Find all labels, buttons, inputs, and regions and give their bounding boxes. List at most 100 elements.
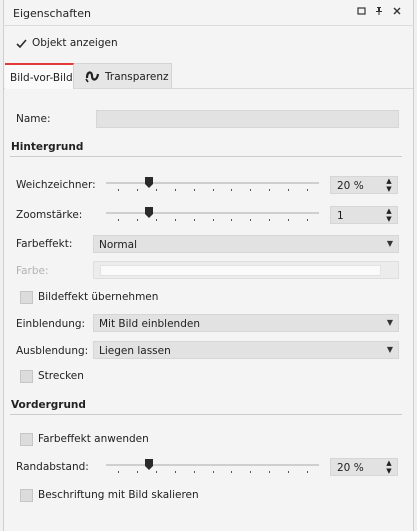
slider-tick <box>269 189 270 191</box>
zoom-value-box[interactable]: 1 ▲ ▼ <box>330 206 398 224</box>
spin-down-icon[interactable]: ▼ <box>384 186 394 193</box>
transparency-icon <box>85 71 100 83</box>
color-picker-field <box>93 261 399 279</box>
panel-title: Eigenschaften <box>13 7 91 20</box>
slider-tick <box>118 189 119 191</box>
blur-value: 20 % <box>337 180 364 192</box>
tab-transparenz[interactable]: Transparenz <box>74 63 172 88</box>
margin-label: Randabstand: <box>16 461 89 473</box>
slider-tick <box>231 471 232 473</box>
slider-track <box>106 182 319 184</box>
tab-bild-vor-bild[interactable]: Bild-vor-Bild <box>5 63 74 90</box>
margin-value: 20 % <box>337 462 364 474</box>
slider-tick <box>118 219 119 221</box>
zoom-slider[interactable] <box>106 206 319 224</box>
name-label: Name: <box>16 113 51 125</box>
slider-tick <box>156 219 157 221</box>
slider-tick <box>269 471 270 473</box>
apply-color-effect-label: Farbeffekt anwenden <box>38 433 149 445</box>
show-object-label: Objekt anzeigen <box>32 37 118 49</box>
slider-tick <box>137 471 138 473</box>
slider-tick <box>288 219 289 221</box>
slider-tick <box>231 219 232 221</box>
fade-in-value: Mit Bild einblenden <box>99 318 200 330</box>
scale-caption-checkbox[interactable] <box>20 489 33 502</box>
inherit-effect-checkbox[interactable] <box>20 291 33 304</box>
section-title-foreground: Vordergrund <box>11 399 86 411</box>
stretch-checkbox[interactable] <box>20 370 33 383</box>
fade-in-select[interactable]: Mit Bild einblenden ▼ <box>93 314 399 332</box>
slider-tick <box>194 219 195 221</box>
tab-label: Bild-vor-Bild <box>10 72 73 84</box>
slider-tick <box>231 189 232 191</box>
slider-ticks <box>106 471 319 474</box>
fade-out-value: Liegen lassen <box>99 345 171 357</box>
section-title-background: Hintergrund <box>11 141 84 153</box>
spin-down-icon[interactable]: ▼ <box>384 216 394 223</box>
inherit-effect-label: Bildeffekt übernehmen <box>38 291 159 303</box>
margin-value-box[interactable]: 20 % ▲ ▼ <box>330 458 398 476</box>
chevron-down-icon: ▼ <box>386 318 393 327</box>
blur-label: Weichzeichner: <box>16 179 96 191</box>
slider-tick <box>194 189 195 191</box>
close-icon[interactable] <box>391 6 403 18</box>
slider-tick <box>307 189 308 191</box>
name-input[interactable] <box>96 110 399 128</box>
slider-tick <box>250 219 251 221</box>
blur-slider[interactable] <box>106 176 319 194</box>
slider-track <box>106 212 319 214</box>
show-object-checkbox[interactable] <box>15 37 28 50</box>
scale-caption-label: Beschriftung mit Bild skalieren <box>38 489 199 501</box>
slider-tick <box>213 471 214 473</box>
slider-tick <box>269 219 270 221</box>
slider-track <box>106 464 319 466</box>
pin-icon[interactable] <box>373 6 385 18</box>
chevron-down-icon: ▼ <box>386 345 393 354</box>
blur-value-box[interactable]: 20 % ▲ ▼ <box>330 176 398 194</box>
color-label: Farbe: <box>16 265 49 277</box>
fade-out-select[interactable]: Liegen lassen ▼ <box>93 341 399 359</box>
slider-ticks <box>106 189 319 192</box>
slider-tick <box>175 471 176 473</box>
window-restore-icon[interactable] <box>356 6 368 18</box>
zoom-label: Zoomstärke: <box>16 209 83 221</box>
title-separator <box>3 25 414 26</box>
section-divider <box>10 156 402 157</box>
slider-thumb[interactable] <box>145 459 153 470</box>
slider-tick <box>288 189 289 191</box>
slider-ticks <box>106 219 319 222</box>
slider-tick <box>137 189 138 191</box>
zoom-value: 1 <box>337 210 344 222</box>
slider-tick <box>213 219 214 221</box>
slider-tick <box>213 189 214 191</box>
spin-down-icon[interactable]: ▼ <box>384 468 394 475</box>
slider-tick <box>137 219 138 221</box>
slider-thumb[interactable] <box>145 207 153 218</box>
color-effect-label: Farbeffekt: <box>16 238 73 250</box>
color-swatch <box>100 265 381 276</box>
slider-tick <box>156 471 157 473</box>
stretch-label: Strecken <box>38 370 84 382</box>
spin-up-icon[interactable]: ▲ <box>384 178 394 185</box>
color-effect-select[interactable]: Normal ▼ <box>93 235 399 253</box>
slider-tick <box>156 189 157 191</box>
slider-tick <box>307 219 308 221</box>
spin-up-icon[interactable]: ▲ <box>384 208 394 215</box>
slider-tick <box>175 189 176 191</box>
section-divider <box>10 414 402 415</box>
slider-tick <box>118 471 119 473</box>
tab-label: Transparenz <box>105 71 169 83</box>
slider-tick <box>288 471 289 473</box>
apply-color-effect-checkbox[interactable] <box>20 433 33 446</box>
spin-up-icon[interactable]: ▲ <box>384 460 394 467</box>
fade-in-label: Einblendung: <box>16 318 86 330</box>
slider-tick <box>250 189 251 191</box>
fade-out-label: Ausblendung: <box>16 345 89 357</box>
chevron-down-icon: ▼ <box>386 239 393 248</box>
slider-thumb[interactable] <box>145 177 153 188</box>
margin-slider[interactable] <box>106 458 319 476</box>
slider-tick <box>307 471 308 473</box>
color-effect-value: Normal <box>99 239 137 251</box>
slider-tick <box>250 471 251 473</box>
slider-tick <box>175 219 176 221</box>
